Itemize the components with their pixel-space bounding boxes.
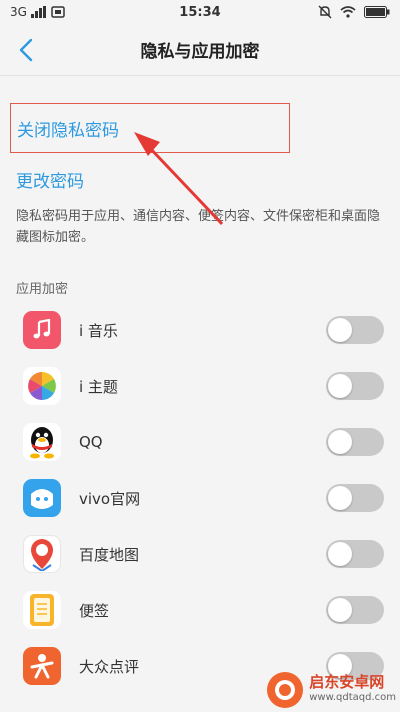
toggle-switch[interactable] — [326, 540, 384, 568]
page-title: 隐私与应用加密 — [140, 42, 260, 62]
password-actions: 关闭隐私密码 更改密码 — [0, 100, 400, 205]
mute-icon — [318, 5, 332, 19]
list-item[interactable]: i 主题 — [0, 358, 400, 414]
close-privacy-password-button[interactable]: 关闭隐私密码 — [10, 103, 290, 153]
toggle-switch[interactable] — [326, 596, 384, 624]
section-label-app-encryption: 应用加密 — [16, 282, 69, 297]
toggle-knob — [328, 374, 352, 398]
theme-pinwheel-icon — [23, 367, 61, 405]
app-name: 便签 — [79, 601, 110, 620]
nav-bar: 隐私与应用加密 — [0, 24, 400, 76]
toggle-switch[interactable] — [326, 428, 384, 456]
notification-icon — [51, 6, 65, 18]
change-password-button[interactable]: 更改密码 — [0, 153, 400, 205]
watermark-name: 启东安卓网 — [309, 673, 385, 691]
toggle-knob — [328, 542, 352, 566]
list-item[interactable]: vivo官网 — [0, 470, 400, 526]
notepad-icon — [23, 591, 61, 629]
chevron-left-icon — [19, 38, 33, 62]
app-name: 大众点评 — [79, 657, 140, 676]
app-name: vivo官网 — [79, 489, 141, 508]
app-name: i 主题 — [79, 377, 118, 396]
toggle-knob — [328, 486, 352, 510]
status-right — [318, 5, 390, 19]
toggle-switch[interactable] — [326, 372, 384, 400]
list-item[interactable]: i 音乐 — [0, 302, 400, 358]
toggle-knob — [328, 318, 352, 342]
app-name: QQ — [79, 433, 103, 451]
network-type: 3G — [10, 5, 27, 19]
list-item[interactable]: 百度地图 — [0, 526, 400, 582]
map-pin-icon — [23, 535, 61, 573]
vivo-store-icon — [23, 479, 61, 517]
toggle-switch[interactable] — [326, 316, 384, 344]
privacy-description: 隐私密码用于应用、通信内容、便签内容、文件保密柜和桌面隐藏图标加密。 — [16, 209, 381, 245]
app-name: i 音乐 — [79, 321, 118, 340]
watermark-url: www.qdtaqd.com — [309, 692, 396, 703]
status-bar: 3G 15:34 — [0, 0, 400, 24]
dianping-icon — [23, 647, 61, 685]
status-left: 3G — [10, 5, 65, 19]
back-button[interactable] — [12, 36, 40, 64]
watermark: 启东安卓网 www.qdtaqd.com — [267, 672, 396, 708]
toggle-switch[interactable] — [326, 484, 384, 512]
toggle-knob — [328, 598, 352, 622]
battery-icon — [364, 6, 390, 18]
app-name: 百度地图 — [79, 545, 140, 564]
music-icon — [23, 311, 61, 349]
list-item[interactable]: 便签 — [0, 582, 400, 638]
list-item[interactable]: QQ — [0, 414, 400, 470]
watermark-logo-icon — [267, 672, 304, 708]
app-list: i 音乐 i 主题 QQ vivo官网 百度地图 便签 大众点评 — [0, 302, 400, 694]
toggle-knob — [328, 430, 352, 454]
signal-icon — [30, 6, 46, 18]
wifi-icon — [340, 6, 356, 18]
qq-penguin-icon — [23, 423, 61, 461]
watermark-text: 启东安卓网 www.qdtaqd.com — [309, 675, 396, 705]
